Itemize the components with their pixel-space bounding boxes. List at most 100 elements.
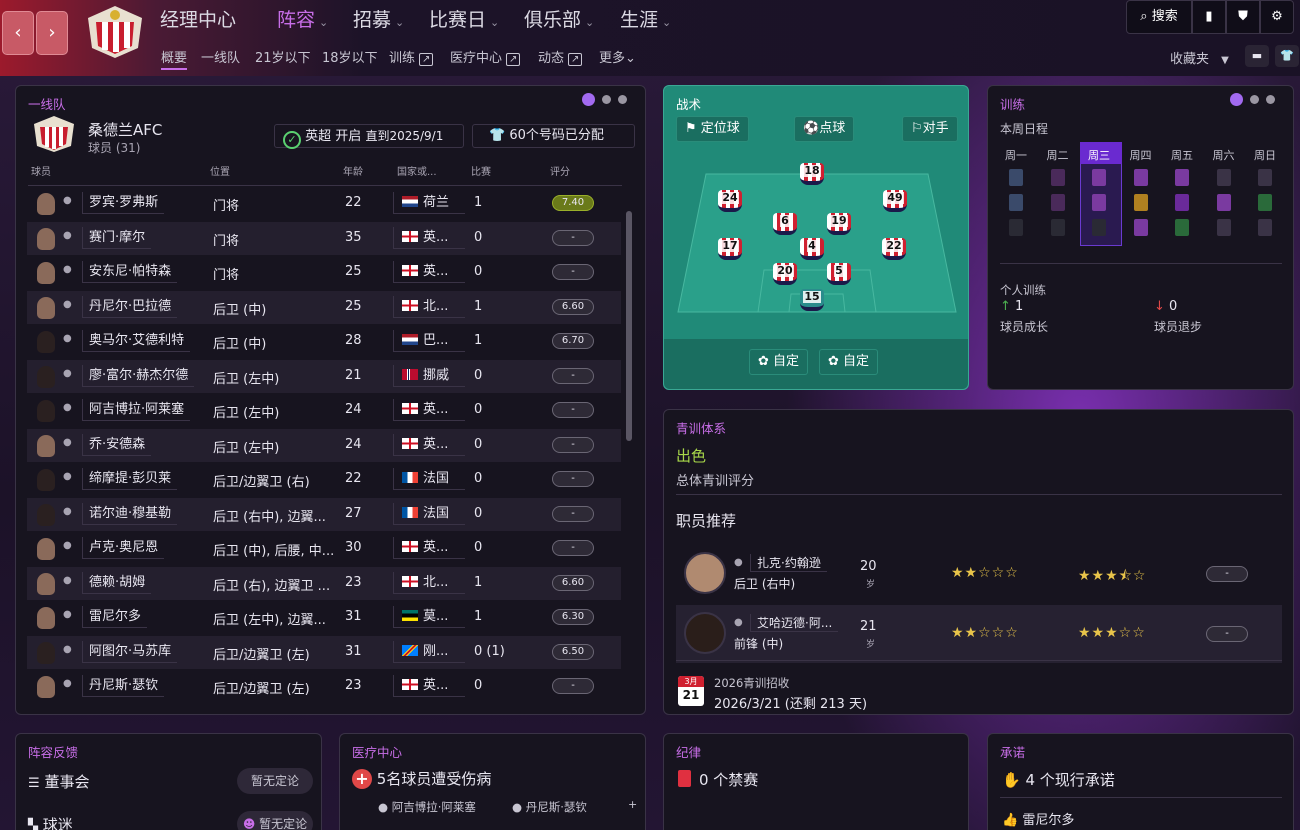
player-name[interactable]: 丹尼斯·瑟钦 [82,675,165,697]
training-session[interactable] [1216,169,1231,186]
weekday-3[interactable]: 周四 [1121,147,1161,163]
player-shirt[interactable]: 15 [800,289,824,311]
table-row[interactable]: ● 乔·安德森 后卫 (左中) 24 英... 0 - [27,428,621,462]
table-row[interactable]: ● 廖·富尔·赫杰尔德 后卫 (左中) 21 挪威 0 - [27,359,621,393]
penalty-button[interactable]: ⚽点球 [794,116,855,142]
forward-button[interactable]: › [36,11,68,55]
club-crest[interactable] [82,4,148,60]
player-shirt[interactable]: 49 [883,190,907,212]
training-session[interactable] [1258,194,1272,211]
player-name[interactable]: 廖·富尔·赫杰尔德 [82,364,195,387]
table-row[interactable]: ● 丹尼尔·巴拉德 后卫 (中) 25 北... 1 6.60 [27,290,621,324]
col-age[interactable]: 年龄 [343,163,363,178]
squad-scrollbar[interactable] [626,211,632,441]
feedback-title[interactable]: 阵容反馈 [28,742,78,761]
weekday-4[interactable]: 周五 [1162,147,1202,163]
training-session[interactable] [1050,194,1065,211]
subnav-5[interactable]: 医疗中心 ↗ [450,47,521,66]
tactics-panel[interactable]: 战术 ⚑ 定位球 ⚽点球 ⚐对手 18 24 49 6 19 17 4 22 20 5 15 ✿ 自… [663,85,969,390]
more-injured[interactable]: + [628,798,637,811]
injured-player-1[interactable]: ● 阿吉博拉·阿莱塞 [378,799,476,815]
club-shield-button[interactable]: ⛊ [1226,0,1260,34]
injured-player-2[interactable]: ● 丹尼斯·瑟钦 [512,799,587,815]
player-shirt[interactable]: 5 [827,263,851,285]
player-shirt[interactable]: 19 [827,213,851,235]
player-name[interactable]: 安东尼·帕特森 [82,261,178,283]
panel-dots[interactable] [582,93,627,106]
youth-title[interactable]: 青训体系 [676,418,726,437]
player-shirt[interactable]: 17 [718,238,742,260]
weekday-5[interactable]: 周六 [1204,147,1244,163]
training-session[interactable] [1175,194,1189,211]
player-name[interactable]: 雷尼尔多 [82,606,148,628]
player-shirt[interactable]: 4 [800,238,824,260]
training-session[interactable] [1050,219,1065,236]
settings-button[interactable]: ⚙ [1260,0,1294,34]
training-session[interactable] [1258,169,1272,186]
nav-2[interactable]: 招募 ⌄ [353,5,404,32]
training-session[interactable] [1009,219,1023,236]
training-session[interactable] [1009,169,1023,186]
table-row[interactable]: ● 诺尔迪·穆基勒 后卫 (右中), 边翼... 27 法国 0 - [27,497,621,531]
player-name[interactable]: 罗宾·罗弗斯 [82,192,165,214]
rec-name[interactable]: 艾哈迈德·阿... [750,614,839,632]
player-name[interactable]: 阿图尔·马苏库 [82,640,178,663]
subnav-4[interactable]: 训练 ↗ [389,47,434,66]
search-button[interactable]: ⌕ 搜索 [1126,0,1192,34]
training-session[interactable] [1133,169,1148,186]
col-nation[interactable]: 国家或... [397,163,437,178]
training-session[interactable] [1050,169,1065,186]
custom-tactic-2[interactable]: ✿ 自定 [819,349,879,375]
training-session[interactable] [1216,194,1231,211]
player-shirt[interactable]: 6 [773,213,797,235]
custom-tactic-1[interactable]: ✿ 自定 [749,349,809,375]
promise-player[interactable]: 👍 雷尼尔多 [1002,809,1074,828]
training-title[interactable]: 训练 [1000,94,1025,113]
training-session[interactable] [1258,219,1272,236]
training-session[interactable] [1175,169,1189,186]
player-name[interactable]: 诺尔迪·穆基勒 [82,502,178,525]
table-row[interactable]: ● 安东尼·帕特森 门将 25 英... 0 - [27,256,621,289]
col-position[interactable]: 位置 [210,163,230,178]
training-session[interactable] [1175,219,1189,236]
weekday-1[interactable]: 周二 [1038,147,1078,163]
nav-1[interactable]: 阵容 ⌄ [277,5,328,32]
table-row[interactable]: ● 卢克·奥尼恩 后卫 (中), 后腰, 中... 30 英... 0 - [27,532,621,565]
player-name[interactable]: 缔摩提·彭贝莱 [82,468,178,490]
favorites-dropdown[interactable]: 收藏夹 ▼ [1170,48,1229,67]
nav-0[interactable]: 经理中心 [160,5,236,32]
table-row[interactable]: ● 阿图尔·马苏库 后卫/边翼卫 (左) 31 刚... 0 (1) 6.50 [27,635,621,669]
opposition-button[interactable]: ⚐对手 [902,116,958,142]
rec-name[interactable]: 扎克·约翰逊 [750,554,827,572]
panel-dots[interactable] [1230,93,1275,106]
training-session[interactable] [1009,194,1023,211]
squad-numbers[interactable]: 👕 60个号码已分配 [472,124,635,148]
training-session[interactable] [1092,169,1106,186]
player-name[interactable]: 卢克·奥尼恩 [82,537,165,559]
subnav-3[interactable]: 18岁以下 [322,47,378,66]
staff-recommendation[interactable]: ● 扎克·约翰逊 后卫 (右中) 20 岁 ★★☆☆☆ ★★★⯪☆ - [676,545,1282,603]
subnav-7[interactable]: 更多⌄ [599,47,636,66]
table-row[interactable]: ● 缔摩提·彭贝莱 后卫/边翼卫 (右) 22 法国 0 - [27,463,621,496]
training-session[interactable] [1216,219,1231,236]
player-shirt[interactable]: 24 [718,190,742,212]
table-row[interactable]: ● 阿吉博拉·阿莱塞 后卫 (左中) 24 英... 0 - [27,394,621,427]
training-session[interactable] [1092,219,1106,236]
player-shirt[interactable]: 20 [773,263,797,285]
kit-button[interactable]: 👕 [1275,45,1299,67]
weekday-2[interactable]: 周三 [1079,147,1119,163]
training-session[interactable] [1092,194,1106,211]
training-session[interactable] [1133,194,1148,211]
nav-3[interactable]: 比赛日 ⌄ [429,5,499,32]
player-shirt[interactable]: 22 [882,238,906,260]
col-apps[interactable]: 比赛 [471,163,491,178]
subnav-6[interactable]: 动态 ↗ [538,47,583,66]
subnav-0[interactable]: 概要 [161,47,188,70]
back-button[interactable]: ‹ [2,11,34,55]
player-name[interactable]: 赛门·摩尔 [82,226,152,249]
bookmark-button[interactable]: ▮ [1192,0,1226,34]
weekday-0[interactable]: 周一 [996,147,1036,163]
nav-5[interactable]: 生涯 ⌄ [620,5,671,32]
table-row[interactable]: ● 德赖·胡姆 后卫 (右), 边翼卫 ... 23 北... 1 6.60 [27,566,621,600]
player-name[interactable]: 奥马尔·艾德利特 [82,330,191,352]
